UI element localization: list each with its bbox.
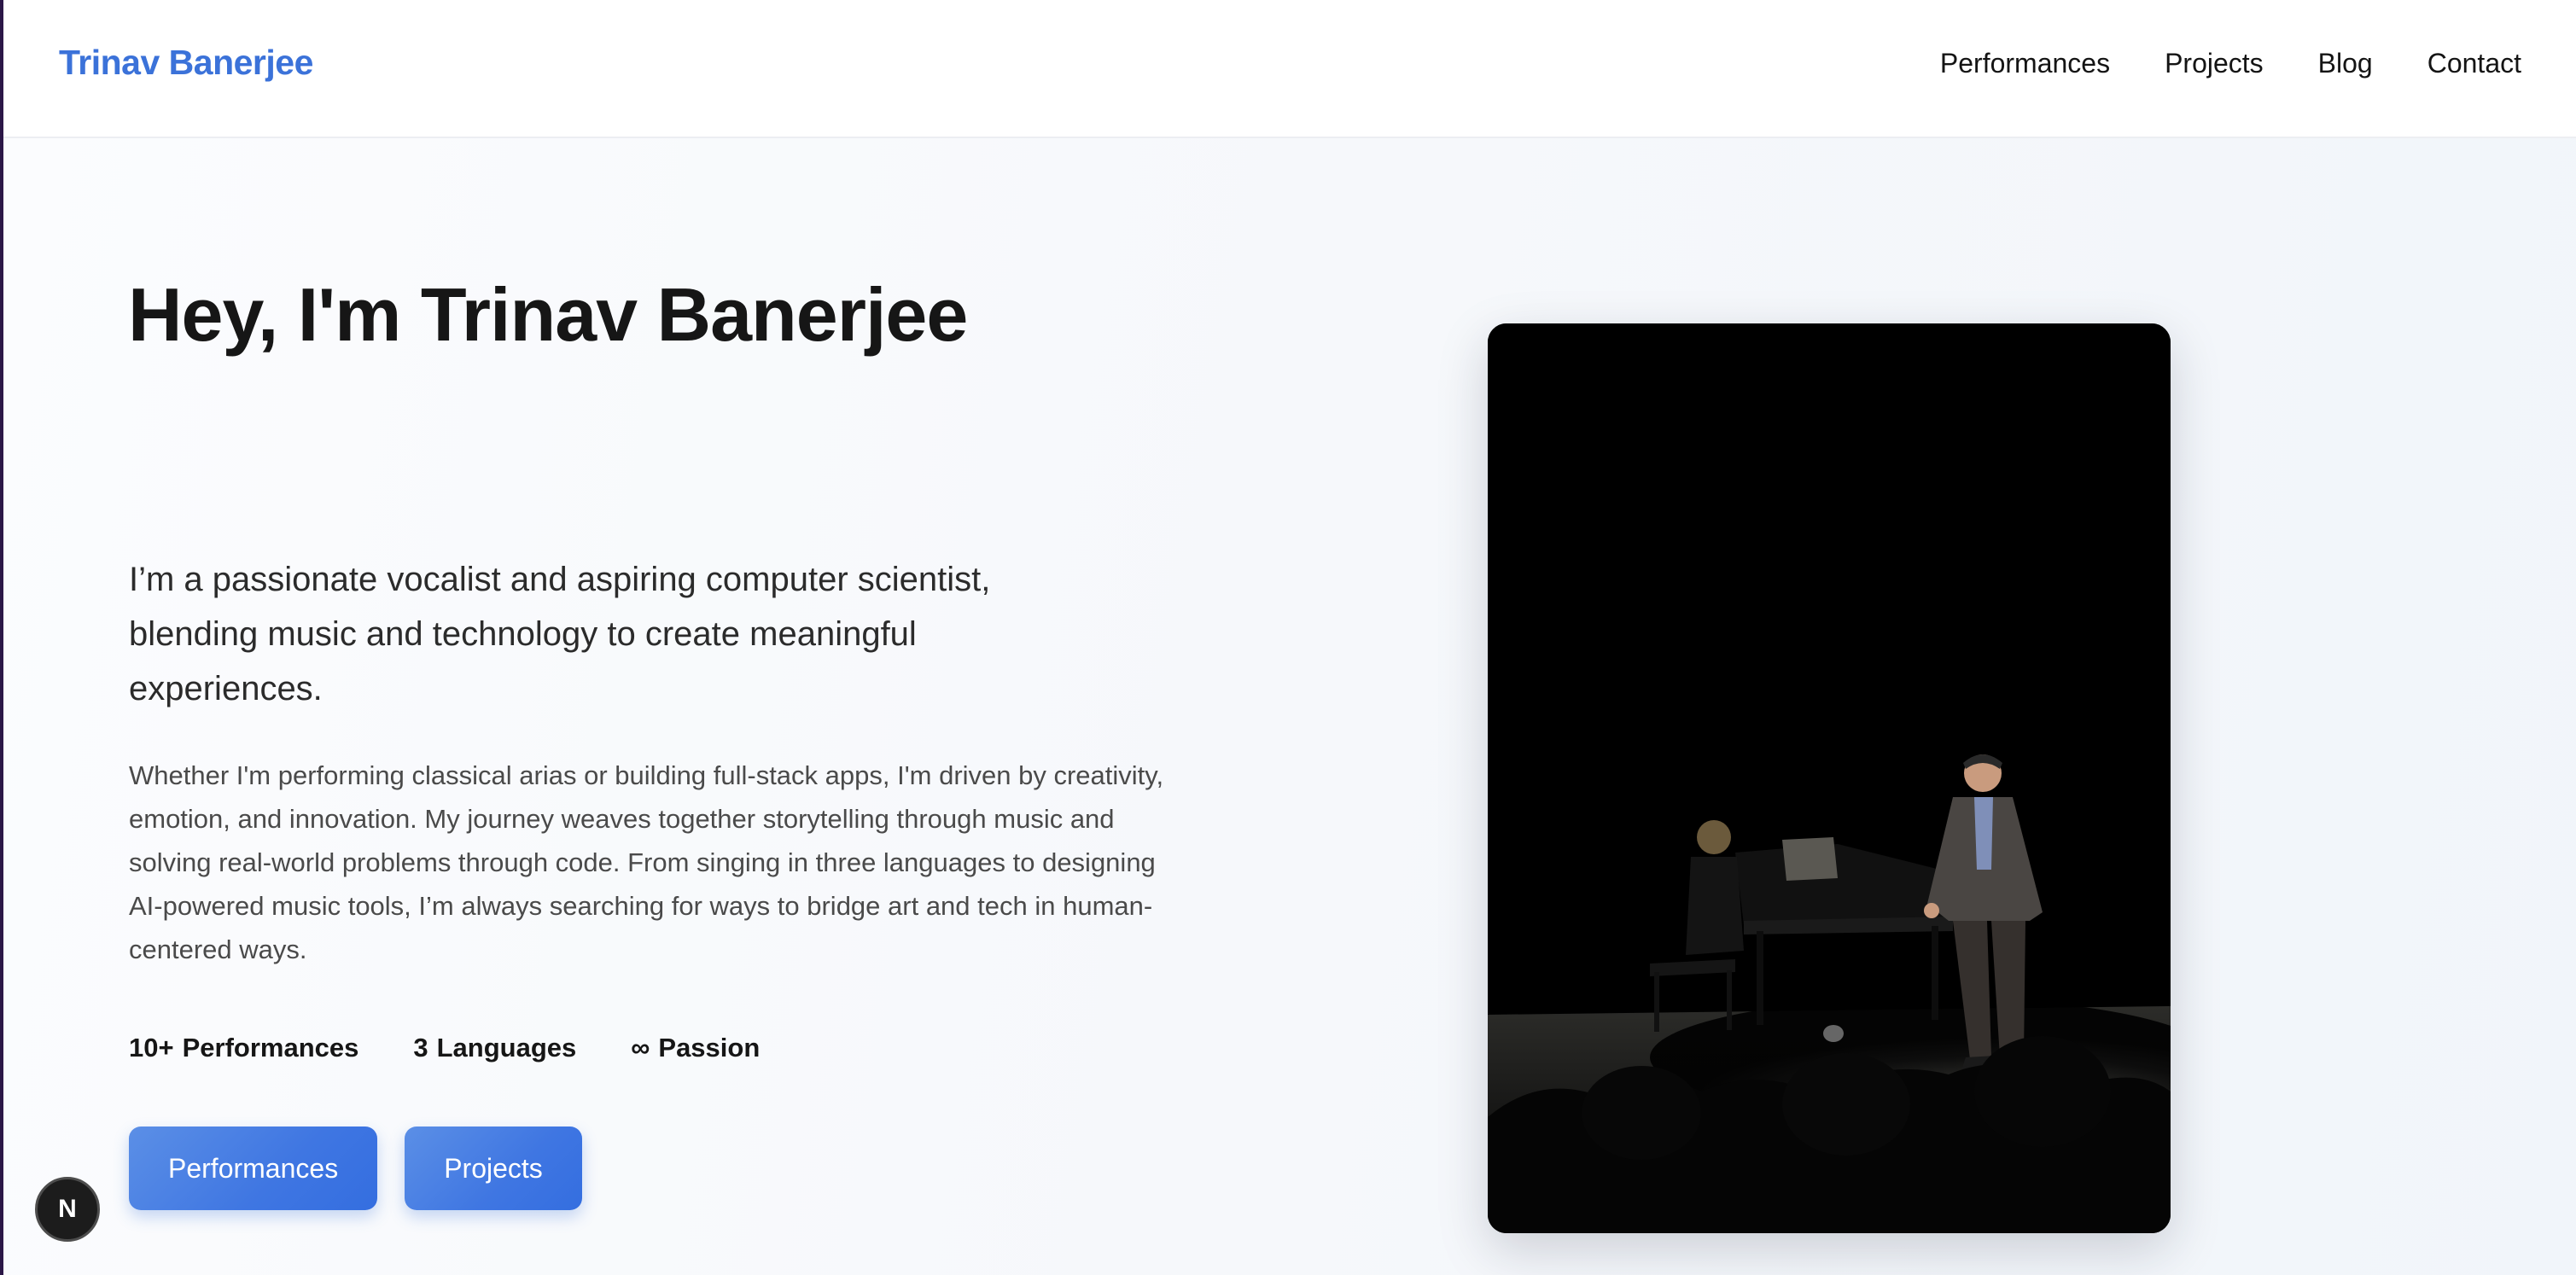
top-navbar: Trinav Banerjee Performances Projects Bl…	[3, 0, 2576, 138]
stat-value: ∞	[631, 1033, 650, 1062]
nav-link-performances[interactable]: Performances	[1940, 48, 2110, 79]
stat-performances: 10+ Performances	[129, 1033, 358, 1063]
nextjs-dev-badge[interactable]: N	[35, 1177, 100, 1242]
stat-value: 3	[413, 1033, 428, 1062]
performances-button[interactable]: Performances	[129, 1127, 378, 1210]
stat-label: Languages	[436, 1033, 577, 1062]
nav-link-blog[interactable]: Blog	[2318, 48, 2373, 79]
hero-headline: Hey, I'm Trinav Banerjee	[128, 272, 968, 357]
nav-link-contact[interactable]: Contact	[2427, 48, 2521, 79]
stat-label: Performances	[182, 1033, 359, 1062]
hero-bio: Whether I'm performing classical arias o…	[129, 760, 1164, 964]
hero-performance-photo	[1488, 323, 2171, 1233]
nav-link-projects[interactable]: Projects	[2165, 48, 2264, 79]
stat-languages: 3 Languages	[413, 1033, 576, 1063]
stat-passion: ∞ Passion	[631, 1033, 760, 1063]
projects-button[interactable]: Projects	[405, 1127, 582, 1210]
cta-buttons: Performances Projects	[129, 1127, 582, 1210]
stat-label: Passion	[658, 1033, 761, 1062]
hero-subtitle: I’m a passionate vocalist and aspiring c…	[129, 561, 991, 707]
stat-value: 10+	[129, 1033, 174, 1062]
brand-logo-link[interactable]: Trinav Banerjee	[59, 43, 313, 83]
nav-links: Performances Projects Blog Contact	[1940, 48, 2521, 79]
stats-row: 10+ Performances 3 Languages ∞ Passion	[129, 1033, 760, 1063]
nextjs-logo-icon: N	[58, 1195, 77, 1223]
